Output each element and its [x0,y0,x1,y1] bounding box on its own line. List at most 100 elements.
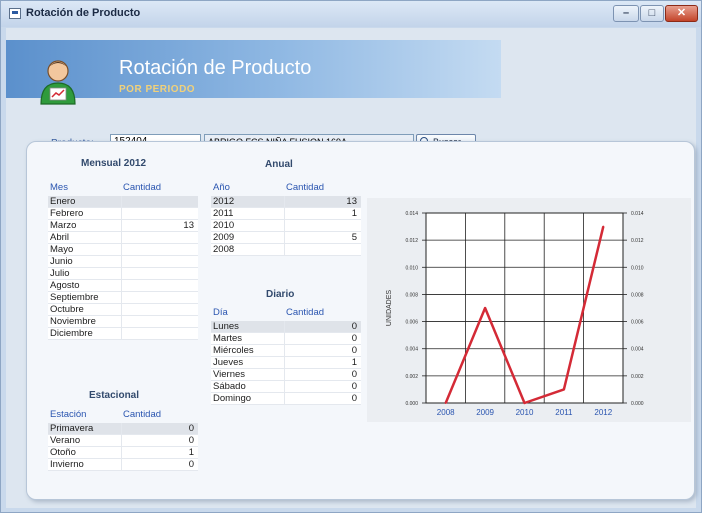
daily-row[interactable]: Sábado 0 [211,381,361,393]
monthly-row[interactable]: Julio [48,268,198,280]
seasonal-name-cell: Primavera [50,423,94,434]
y-tick-label: 0.002 [405,374,418,380]
monthly-row[interactable]: Agosto [48,280,198,292]
monthly-row[interactable]: Abril [48,232,198,244]
daily-name-cell: Domingo [213,393,252,404]
column-divider [121,292,122,303]
monthly-group-title: Mensual 2012 [81,158,147,169]
monthly-name-cell: Enero [50,196,76,207]
column-divider [284,196,285,207]
monthly-name-cell: Noviembre [50,316,96,327]
units-line-chart: 0.000 0.000 0.002 0.002 0.004 0.004 0.006 0.006… [386,211,644,417]
y-tick-label-right: 0.006 [631,320,644,326]
monthly-row[interactable]: Octubre [48,304,198,316]
data-point [562,388,565,391]
monthly-row[interactable]: Marzo 13 [48,220,198,232]
y-tick-label-right: 0.014 [631,211,644,217]
daily-row[interactable]: Martes 0 [211,333,361,345]
annual-quantity-cell: 1 [351,208,357,219]
column-divider [121,447,122,458]
annual-name-cell: 2009 [213,232,235,243]
column-divider [121,268,122,279]
column-divider [121,328,122,339]
monthly-row[interactable]: Enero [48,196,198,208]
daily-quantity-cell: 0 [351,345,357,356]
daily-row[interactable]: Lunes 0 [211,321,361,333]
monthly-row[interactable]: Noviembre [48,316,198,328]
column-divider [284,369,285,380]
y-tick-label-right: 0.012 [631,238,644,244]
monthly-row[interactable]: Febrero [48,208,198,220]
seasonal-quantity-cell: 0 [188,435,194,446]
monthly-name-cell: Abril [50,232,70,243]
x-tick-label: 2009 [476,408,494,417]
daily-row[interactable]: Viernes 0 [211,369,361,381]
seasonal-row[interactable]: Verano 0 [48,435,198,447]
column-divider [121,280,122,291]
daily-quantity-cell: 0 [351,369,357,380]
daily-name-cell: Jueves [213,357,244,368]
daily-row[interactable]: Domingo 0 [211,393,361,405]
minimize-button[interactable]: – [613,5,639,22]
y-tick-label: 0.000 [405,401,418,407]
y-tick-label: 0.006 [405,320,418,326]
monthly-name-cell: Marzo [50,220,77,231]
column-divider [284,393,285,404]
column-divider [121,435,122,446]
plot-area [425,212,624,404]
title-bar[interactable]: Rotación de Producto – □ ✕ [1,1,701,27]
column-divider [284,321,285,332]
column-divider [284,345,285,356]
monthly-name-cell: Diciembre [50,328,93,339]
annual-row[interactable]: 2011 1 [211,208,361,220]
annual-group-title: Anual [265,159,293,170]
seasonal-name-cell: Invierno [50,459,84,470]
annual-row[interactable]: 2010 [211,220,361,232]
monthly-col-month: Mes [50,182,68,193]
maximize-icon: □ [648,7,656,19]
daily-col-quantity: Cantidad [286,307,325,318]
monthly-row[interactable]: Diciembre [48,328,198,340]
close-icon: ✕ [676,7,687,19]
seasonal-col-season: Estación [50,409,87,420]
annual-name-cell: 2011 [213,208,234,219]
monthly-name-cell: Julio [50,268,70,279]
seasonal-row[interactable]: Otoño 1 [48,447,198,459]
daily-row[interactable]: Miércoles 0 [211,345,361,357]
annual-col-year: Año [213,182,230,193]
column-divider [284,208,285,219]
monthly-grid-header: Mes Cantidad [48,182,198,196]
y-tick-label: 0.010 [405,265,418,271]
column-divider [121,316,122,327]
maximize-button[interactable]: □ [640,5,664,22]
close-button[interactable]: ✕ [665,5,698,22]
daily-group-title: Diario [266,289,295,300]
daily-name-cell: Viernes [213,369,246,380]
seasonal-row[interactable]: Primavera 0 [48,423,198,435]
seasonal-name-cell: Verano [50,435,81,446]
page-subtitle: POR PERIODO [119,84,196,95]
seasonal-col-quantity: Cantidad [123,409,162,420]
annual-quantity-cell: 13 [346,196,357,207]
monthly-row[interactable]: Mayo [48,244,198,256]
column-divider [121,304,122,315]
header-banner: Rotación de Producto POR PERIODO [6,40,501,105]
seasonal-row[interactable]: Invierno 0 [48,459,198,471]
daily-name-cell: Martes [213,333,243,344]
monthly-name-cell: Febrero [50,208,84,219]
y-tick-label-right: 0.000 [631,401,644,407]
column-divider [121,208,122,219]
annual-row[interactable]: 2008 [211,244,361,256]
minimize-icon: – [622,7,630,19]
annual-row[interactable]: 2012 13 [211,196,361,208]
data-point [602,225,605,228]
y-tick-label-right: 0.008 [631,292,644,298]
data-point [484,307,487,309]
daily-row[interactable]: Jueves 1 [211,357,361,369]
monthly-row[interactable]: Septiembre [48,292,198,304]
y-tick-label-right: 0.004 [631,347,644,353]
column-divider [121,232,122,243]
monthly-row[interactable]: Junio [48,256,198,268]
annual-row[interactable]: 2009 5 [211,232,361,244]
window-title: Rotación de Producto [26,7,141,19]
